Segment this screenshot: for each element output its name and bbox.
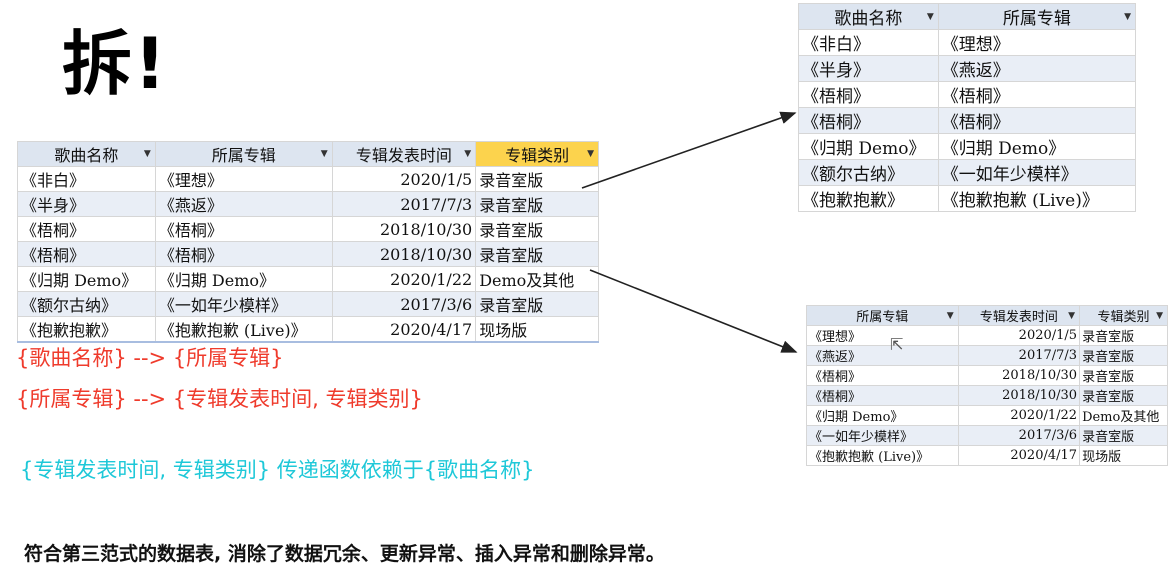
arrow-to-album-table: [589, 269, 798, 353]
split-arrows: [581, 111, 798, 353]
arrow-to-song-table: [581, 111, 797, 189]
dependency-1: {歌曲名称} --> {所属专辑}: [16, 346, 284, 370]
transitive-dependency: {专辑发表时间, 专辑类别} 传递函数依赖于{歌曲名称}: [20, 458, 535, 482]
dependency-2: {所属专辑} --> {专辑发表时间, 专辑类别}: [16, 387, 423, 411]
mouse-cursor-icon: ⇱: [890, 335, 904, 354]
conclusion-text: 符合第三范式的数据表, 消除了数据冗余、更新异常、插入异常和删除异常。: [24, 543, 665, 565]
